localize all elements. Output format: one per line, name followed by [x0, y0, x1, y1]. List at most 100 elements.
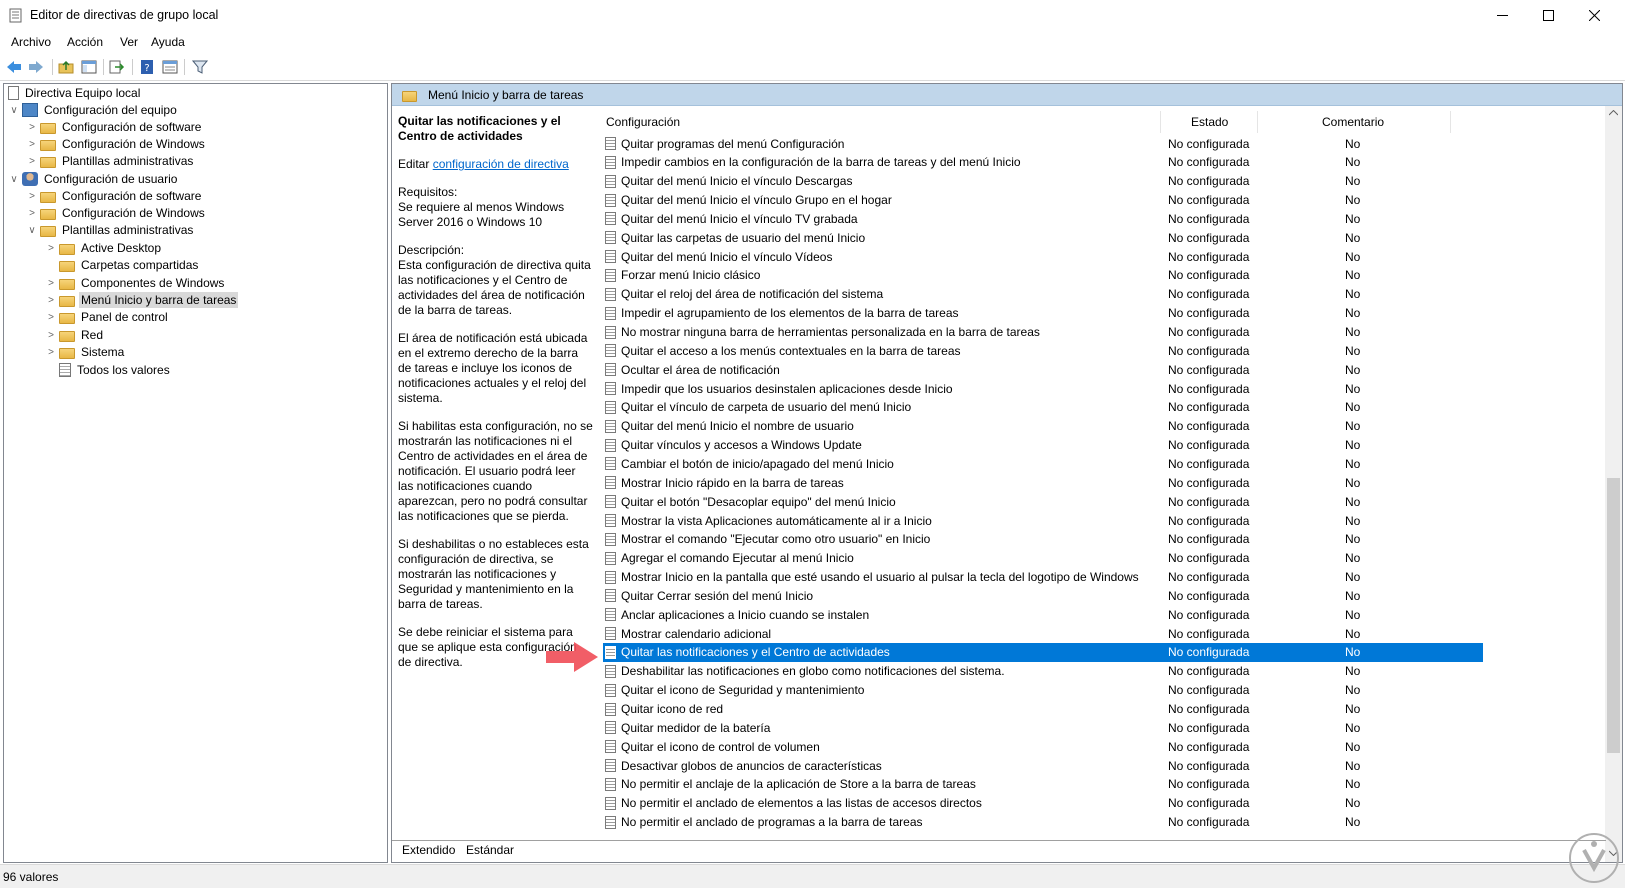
table-row[interactable]: Mostrar Inicio en la pantalla que esté u…	[603, 568, 1483, 587]
chevron-right-icon[interactable]: >	[43, 243, 59, 254]
tree-user-config[interactable]: ∨ Configuración de usuario	[6, 170, 179, 188]
table-row[interactable]: Quitar el reloj del área de notificación…	[603, 285, 1483, 304]
table-row[interactable]: Quitar del menú Inicio el vínculo TV gra…	[603, 209, 1483, 228]
table-row[interactable]: No permitir el anclado de elementos a la…	[603, 794, 1483, 813]
table-row[interactable]: Quitar las carpetas de usuario del menú …	[603, 228, 1483, 247]
scroll-thumb[interactable]	[1607, 478, 1620, 753]
tree-item[interactable]: > Componentes de Windows	[43, 274, 226, 292]
table-row[interactable]: Quitar medidor de la batería No configura…	[603, 718, 1483, 737]
table-row[interactable]: Quitar el vínculo de carpeta de usuario …	[603, 398, 1483, 417]
table-row[interactable]: Quitar del menú Inicio el vínculo Grupo …	[603, 191, 1483, 210]
menu-archivo[interactable]: Archivo	[11, 35, 51, 49]
table-row[interactable]: Impedir el agrupamiento de los elementos…	[603, 304, 1483, 323]
table-row[interactable]: Quitar vínculos y accesos a Windows Upda…	[603, 436, 1483, 455]
tree-item[interactable]: > Sistema	[43, 343, 126, 361]
table-row[interactable]: Quitar el icono de control de volumen No …	[603, 737, 1483, 756]
table-row[interactable]: Impedir cambios en la configuración de l…	[603, 153, 1483, 172]
tree-item[interactable]: > Configuración de Windows	[24, 135, 207, 153]
column-divider[interactable]	[1160, 111, 1161, 133]
chevron-right-icon[interactable]: >	[43, 330, 59, 341]
back-button[interactable]	[4, 57, 24, 77]
maximize-button[interactable]	[1525, 0, 1571, 31]
setting-name: Quitar del menú Inicio el vínculo TV gra…	[621, 211, 858, 226]
chevron-right-icon[interactable]: >	[24, 191, 40, 202]
tree-item[interactable]: > Panel de control	[43, 308, 170, 326]
chevron-right-icon[interactable]: >	[24, 139, 40, 150]
table-row[interactable]: Mostrar el comando "Ejecutar como otro u…	[603, 530, 1483, 549]
column-divider[interactable]	[1257, 111, 1258, 133]
properties-button[interactable]	[160, 57, 180, 77]
table-row[interactable]: Mostrar calendario adicional No configura…	[603, 624, 1483, 643]
tree-item-selected[interactable]: > Menú Inicio y barra de tareas	[43, 291, 239, 309]
help-button[interactable]: ?	[137, 57, 157, 77]
menu-ayuda[interactable]: Ayuda	[151, 35, 185, 49]
table-row[interactable]: Deshabilitar las notificaciones en globo…	[603, 662, 1483, 681]
table-row[interactable]: Mostrar la vista Aplicaciones automática…	[603, 511, 1483, 530]
minimize-button[interactable]	[1479, 0, 1525, 31]
chevron-right-icon[interactable]: >	[43, 347, 59, 358]
chevron-right-icon[interactable]: >	[24, 208, 40, 219]
vertical-scrollbar[interactable]	[1605, 106, 1622, 862]
chevron-down-icon[interactable]: ∨	[6, 105, 22, 116]
tab-extendido[interactable]: Extendido	[402, 843, 455, 857]
table-row[interactable]: Ocultar el área de notificación No config…	[603, 360, 1483, 379]
up-folder-button[interactable]	[56, 57, 76, 77]
tree-item[interactable]: Todos los valores	[43, 361, 172, 379]
edit-policy-link[interactable]: configuración de directiva	[433, 157, 569, 171]
table-row-selected[interactable]: Quitar las notificaciones y el Centro de…	[603, 642, 1483, 662]
tree-computer-config[interactable]: ∨ Configuración del equipo	[6, 101, 179, 119]
export-list-button[interactable]	[107, 57, 127, 77]
table-row[interactable]: Desactivar globos de anuncios de caracte…	[603, 756, 1483, 775]
table-row[interactable]: Forzar menú Inicio clásico No configurada…	[603, 266, 1483, 285]
policy-setting-icon	[605, 683, 616, 697]
chevron-down-icon[interactable]: ∨	[6, 174, 22, 185]
scroll-up-icon[interactable]	[1609, 110, 1618, 116]
chevron-right-icon[interactable]: >	[43, 295, 59, 306]
tree-item[interactable]: > Configuración de software	[24, 187, 203, 205]
tree-item[interactable]: > Configuración de software	[24, 118, 203, 136]
table-row[interactable]: Mostrar Inicio rápido en la barra de tar…	[603, 473, 1483, 492]
menu-ver[interactable]: Ver	[120, 35, 138, 49]
table-row[interactable]: Quitar el acceso a los menús contextuale…	[603, 341, 1483, 360]
table-row[interactable]: Quitar del menú Inicio el vínculo Vídeos…	[603, 247, 1483, 266]
table-row[interactable]: No permitir el anclaje de la aplicación …	[603, 775, 1483, 794]
table-row[interactable]: Quitar el icono de Seguridad y mantenimi…	[603, 681, 1483, 700]
column-comment[interactable]: Comentario	[1322, 115, 1384, 129]
table-row[interactable]: Quitar del menú Inicio el vínculo Descar…	[603, 172, 1483, 191]
table-row[interactable]: No permitir el anclado de programas a la…	[603, 813, 1483, 832]
table-row[interactable]: Quitar del menú Inicio el nombre de usua…	[603, 417, 1483, 436]
tree-item[interactable]: > Configuración de Windows	[24, 204, 207, 222]
chevron-right-icon[interactable]: >	[43, 278, 59, 289]
folder-icon	[40, 225, 56, 237]
tree-item[interactable]: > Plantillas administrativas	[24, 152, 195, 170]
column-state[interactable]: Estado	[1191, 115, 1228, 129]
tree-item[interactable]: > Red	[43, 326, 105, 344]
show-hide-tree-button[interactable]	[79, 57, 99, 77]
menu-accion[interactable]: Acción	[67, 35, 103, 49]
table-row[interactable]: Impedir que los usuarios desinstalen apl…	[603, 379, 1483, 398]
table-row[interactable]: Agregar el comando Ejecutar al menú Inic…	[603, 549, 1483, 568]
table-row[interactable]: Cambiar el botón de inicio/apagado del m…	[603, 454, 1483, 473]
table-row[interactable]: No mostrar ninguna barra de herramientas…	[603, 323, 1483, 342]
tab-estandar[interactable]: Estándar	[466, 843, 514, 857]
table-row[interactable]: Quitar el botón "Desacoplar equipo" del …	[603, 492, 1483, 511]
setting-name: Quitar medidor de la batería	[621, 720, 771, 735]
chevron-right-icon[interactable]: >	[24, 122, 40, 133]
chevron-right-icon[interactable]: >	[43, 312, 59, 323]
chevron-right-icon[interactable]: >	[24, 156, 40, 167]
column-divider[interactable]	[1450, 111, 1451, 133]
table-row[interactable]: Quitar icono de red No configurada No	[603, 700, 1483, 719]
filter-button[interactable]	[190, 57, 210, 77]
chevron-down-icon[interactable]: ∨	[24, 225, 40, 236]
tree-item[interactable]: ∨ Plantillas administrativas	[24, 221, 195, 239]
table-row[interactable]: Anclar aplicaciones a Inicio cuando se i…	[603, 605, 1483, 624]
close-button[interactable]	[1571, 0, 1617, 31]
tree-item[interactable]: > Active Desktop	[43, 239, 163, 257]
tree-root[interactable]: Directiva Equipo local	[6, 84, 142, 102]
column-config[interactable]: Configuración	[606, 115, 680, 129]
table-row[interactable]: Quitar programas del menú Configuración N…	[603, 134, 1483, 153]
forward-button[interactable]	[26, 57, 46, 77]
table-row[interactable]: Quitar Cerrar sesión del menú Inicio No c…	[603, 586, 1483, 605]
setting-comment: No	[1345, 193, 1361, 208]
tree-item[interactable]: Carpetas compartidas	[43, 256, 200, 274]
